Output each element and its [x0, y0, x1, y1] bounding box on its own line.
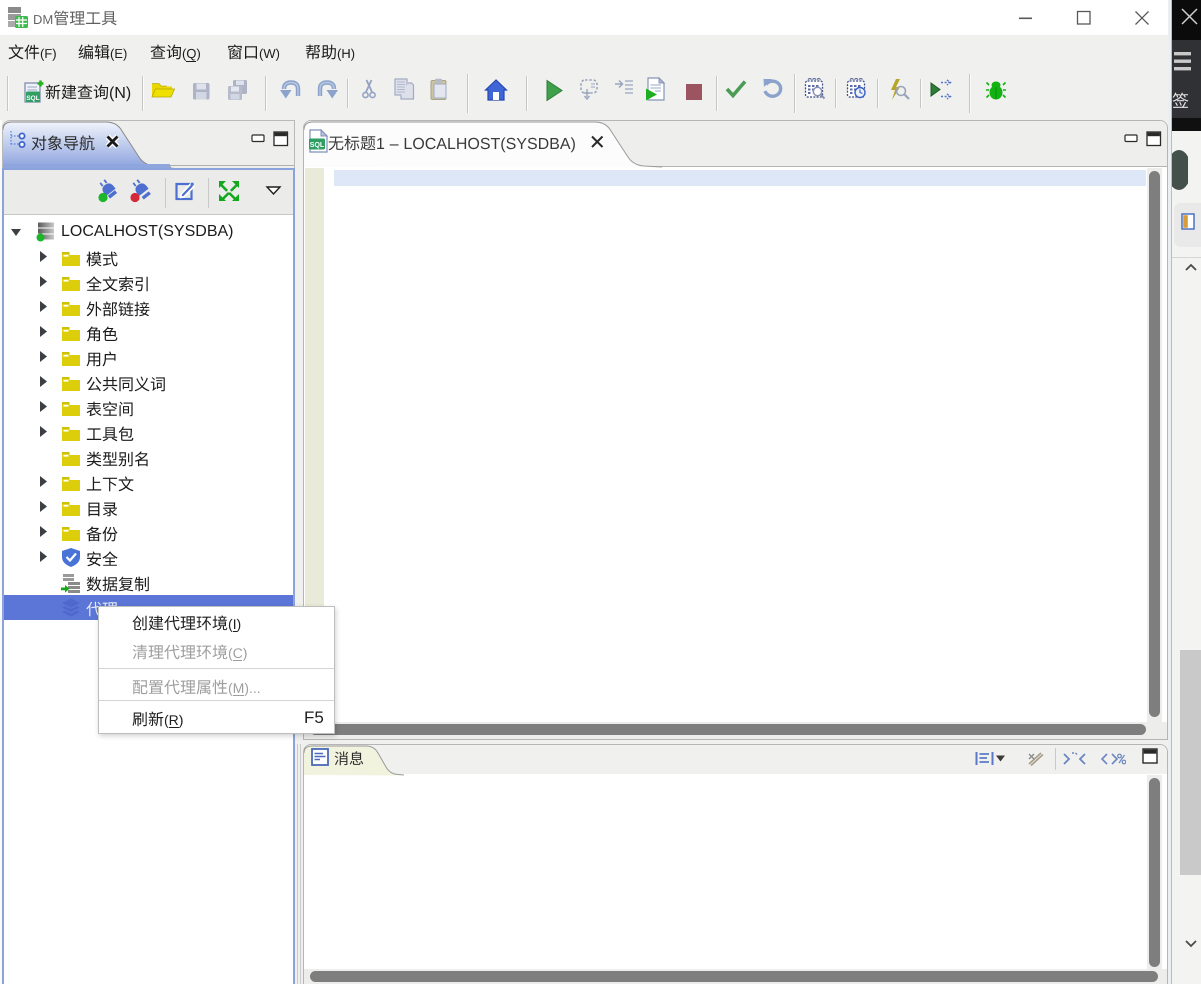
svg-text:SQL: SQL — [310, 142, 325, 149]
svg-text:SQL: SQL — [26, 95, 39, 102]
